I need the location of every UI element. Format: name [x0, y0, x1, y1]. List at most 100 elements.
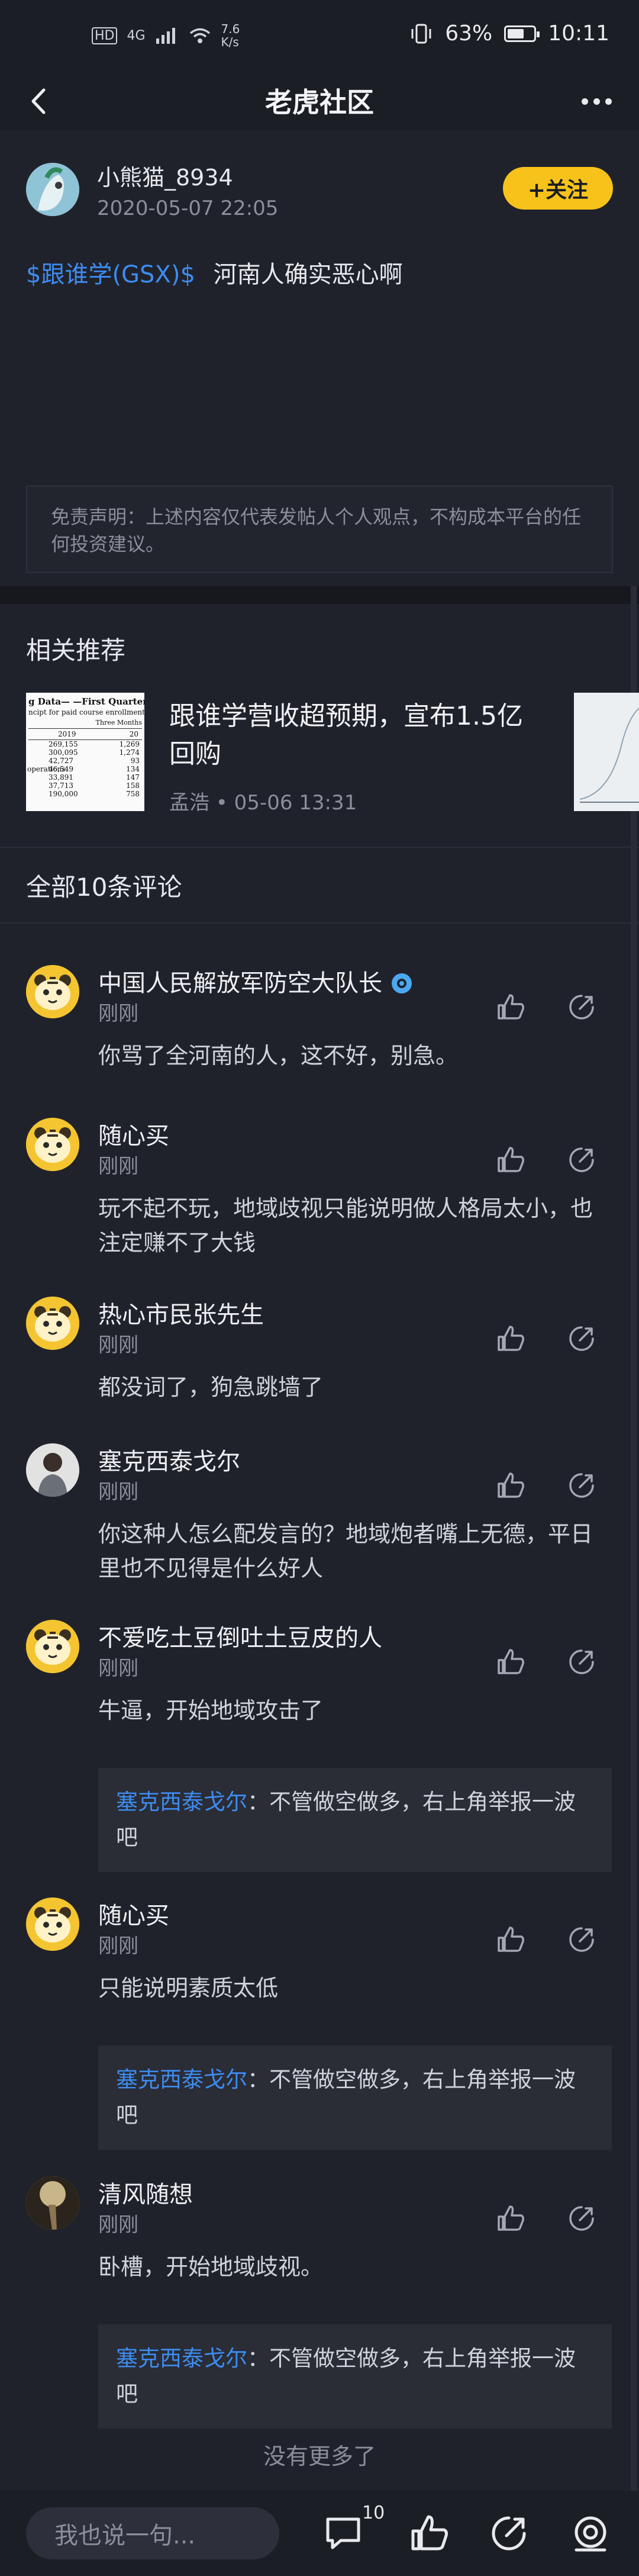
comment-time: 刚刚 [98, 1934, 138, 1958]
recommend-article-meta: 孟浩 • 05-06 13:31 [169, 791, 357, 815]
recommend-thumbnail-2[interactable] [574, 693, 639, 811]
commenter-name[interactable]: 塞克西泰戈尔 [98, 1442, 240, 1477]
commenter-name-text: 中国人民解放军防空大队长 [98, 970, 382, 997]
commenter-avatar[interactable] [26, 1297, 79, 1350]
comment-reply-icon[interactable] [567, 2204, 596, 2233]
comment-reply-icon[interactable] [567, 1925, 596, 1954]
comment-icon[interactable] [324, 2513, 364, 2554]
commenter-name[interactable]: 随心买 [98, 1896, 169, 1931]
thumb-row-value-right: 147 [126, 773, 140, 782]
commenter-name-text: 塞克西泰戈尔 [98, 1448, 240, 1475]
commenter-name[interactable]: 随心买 [98, 1117, 169, 1151]
thumb-header: Three Months [28, 718, 142, 729]
comment-time: 刚刚 [98, 1480, 138, 1504]
comment-text: 牛逼，开始地域攻击了 [98, 1697, 324, 1723]
comment-reply-icon[interactable] [567, 1324, 596, 1353]
thumb-row-value: 33,891 [49, 773, 73, 782]
comment-input[interactable]: 我也说一句... [26, 2507, 279, 2559]
more-button[interactable] [577, 86, 615, 116]
comment-like-icon[interactable] [496, 1324, 525, 1353]
comment-like-icon[interactable] [496, 1145, 525, 1175]
thumb-row-value-right: 93 [130, 757, 140, 765]
reply-author-link[interactable]: 塞克西泰戈尔 [116, 1789, 247, 1815]
comment-reply-icon[interactable] [567, 1471, 596, 1500]
bookmark-icon[interactable] [570, 2513, 611, 2554]
commenter-name-text: 随心买 [98, 1123, 169, 1150]
reply-author-link[interactable]: 塞克西泰戈尔 [116, 2067, 247, 2092]
author-info: 小熊猫_8934 2020-05-07 22:05 [97, 159, 278, 220]
commenter-name[interactable]: 清风随想 [98, 2175, 193, 2210]
follow-button[interactable]: +关注 [503, 167, 613, 210]
comment-text: 玩不起不玩，地域歧视只能说明做人格局太小，也注定赚不了大钱 [98, 1195, 593, 1256]
battery-icon [504, 25, 540, 42]
battery-fill [508, 28, 524, 38]
commenter-name[interactable]: 不爱吃土豆倒吐土豆皮的人 [98, 1619, 382, 1653]
signal-icon [156, 28, 175, 44]
post-body: $跟谁学(GSX)$ 河南人确实恶心啊 [26, 257, 613, 292]
page-title: 老虎社区 [265, 86, 374, 118]
comment-like-icon[interactable] [496, 992, 525, 1022]
commenter-name[interactable]: 热心市民张先生 [98, 1295, 264, 1330]
thumb-row: 190,000 758 [28, 790, 142, 798]
comments-title: 全部10条评论 [0, 847, 639, 924]
network-label: 4G [127, 28, 146, 43]
reply-box[interactable]: 塞克西泰戈尔：不管做空做多，右上角举报一波吧 [98, 2324, 612, 2429]
comment-reply-icon[interactable] [567, 1145, 596, 1175]
commenter-name-text: 清风随想 [98, 2181, 193, 2208]
comment-like-icon[interactable] [496, 1471, 525, 1500]
commenter-avatar[interactable] [26, 965, 79, 1018]
comment-like-icon[interactable] [496, 1647, 525, 1677]
bottom-bar: 我也说一句... 10 [0, 2491, 639, 2576]
comment-like-icon[interactable] [496, 1925, 525, 1954]
status-bar: HD 4G 7.6 K/s 63% 10:11 [0, 0, 639, 71]
battery-percent: 63% [445, 21, 493, 46]
author-avatar[interactable] [26, 163, 79, 216]
comment-time: 刚刚 [98, 2213, 138, 2237]
comment-text: 你骂了全河南的人，这不好，别急。 [98, 1043, 459, 1069]
reply-box[interactable]: 塞克西泰戈尔：不管做空做多，右上角举报一波吧 [98, 1768, 612, 1872]
commenter-avatar[interactable] [26, 1898, 79, 1951]
more-dot-icon [605, 98, 612, 105]
nav-bar: 老虎社区 [0, 71, 639, 130]
thumb-row-value-right: 158 [126, 782, 140, 790]
stock-ticker-link[interactable]: $跟谁学(GSX)$ [26, 261, 195, 288]
recommend-card[interactable]: g Data— —First Quarter of 2020 ncipt for… [0, 693, 639, 847]
wifi-icon [189, 28, 210, 43]
reply-box[interactable]: 塞克西泰戈尔：不管做空做多，右上角举报一波吧 [98, 2046, 612, 2150]
avatar-image-icon [26, 163, 79, 216]
thumb-row: 300,095 1,274 [28, 748, 142, 757]
status-left: HD 4G 7.6 K/s [92, 22, 240, 49]
recommend-title: 相关推荐 [26, 635, 126, 665]
thumb-row: 33,891 147 [28, 773, 142, 782]
vibrate-icon [411, 24, 431, 43]
commenter-avatar[interactable] [26, 2176, 79, 2230]
reply-author-link[interactable]: 塞克西泰戈尔 [116, 2346, 247, 2371]
thumb-rows: 269,155 1,269 300,095 1,274 42,727 93 46,549 13… [27, 740, 142, 798]
recommend-article-title[interactable]: 跟谁学营收超预期，宣布1.5亿回购 [169, 697, 536, 773]
thumb-row-value: 42,727 [49, 757, 73, 765]
post-text: 河南人确实恶心啊 [213, 261, 403, 288]
author-name[interactable]: 小熊猫_8934 [97, 159, 278, 192]
commenter-avatar[interactable] [26, 1118, 79, 1171]
no-more-label: 没有更多了 [263, 2443, 376, 2469]
hd-icon: HD [92, 27, 118, 44]
commenter-name-text: 热心市民张先生 [98, 1301, 264, 1329]
disclaimer: 免责声明：上述内容仅代表发帖人个人观点，不构成本平台的任何投资建议。 [26, 485, 613, 573]
commenter-avatar[interactable] [26, 1443, 79, 1497]
like-icon[interactable] [409, 2513, 450, 2554]
commenter-avatar[interactable] [26, 1620, 79, 1673]
comment-count-badge: 10 [362, 2503, 385, 2523]
comment-text: 都没词了，狗急跳墙了 [98, 1374, 324, 1400]
thumb-row-value: 190,000 [49, 790, 78, 798]
comment-reply-icon[interactable] [567, 1647, 596, 1677]
back-button[interactable] [24, 86, 53, 116]
comment-like-icon[interactable] [496, 2204, 525, 2233]
comment-text: 你这种人怎么配发言的？地域炮者嘴上无德，平日里也不见得是什么好人 [98, 1521, 593, 1581]
thumb-row-value: 300,095 [49, 748, 78, 757]
share-icon[interactable] [489, 2513, 529, 2554]
commenter-name[interactable]: 中国人民解放军防空大队长 [98, 964, 413, 998]
thumb-col1: 2019 [58, 730, 76, 738]
comment-reply-icon[interactable] [567, 992, 596, 1022]
post-time: 2020-05-07 22:05 [97, 196, 279, 220]
comment-text: 只能说明素质太低 [98, 1975, 279, 2001]
